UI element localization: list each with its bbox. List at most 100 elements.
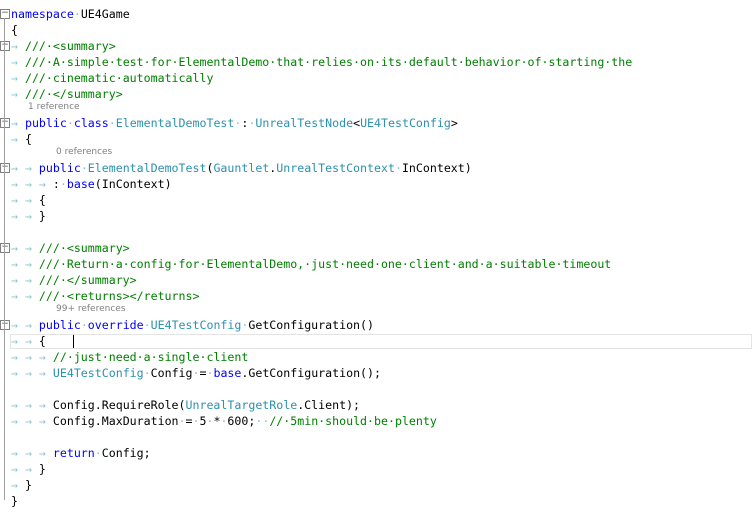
code-line[interactable]: } xyxy=(0,493,752,509)
code-line[interactable] xyxy=(0,429,752,445)
whitespace-glyph: → → → xyxy=(11,366,53,380)
code-text: → } xyxy=(11,477,32,493)
collapse-region-icon[interactable]: − xyxy=(0,118,10,128)
reference-count-label[interactable]: 0 references xyxy=(56,147,112,158)
code-line[interactable] xyxy=(0,224,752,240)
code-line[interactable]: −→ → ///·<summary> xyxy=(0,240,752,256)
code-text: → ///·<summary> xyxy=(11,38,116,54)
code-token: } xyxy=(24,478,32,492)
code-token: UE4TestConfig xyxy=(360,116,451,130)
code-token: Config.RequireRole( xyxy=(52,398,186,412)
code-token: //·just·need·a·single·client xyxy=(52,350,249,364)
collapse-region-icon[interactable]: − xyxy=(0,163,10,173)
code-token: ///·<summary> xyxy=(24,39,116,53)
code-token: : xyxy=(52,177,60,191)
collapse-region-icon[interactable]: − xyxy=(0,9,10,19)
code-token: UnrealTestNode xyxy=(255,116,354,130)
collapse-region-icon[interactable]: − xyxy=(0,243,10,253)
code-line[interactable]: → → → Config.RequireRole(UnrealTargetRol… xyxy=(0,397,752,413)
code-line[interactable]: → → ///·Return·a·config·for·ElementalDem… xyxy=(0,256,752,272)
whitespace-glyph: → xyxy=(11,55,25,69)
code-text: → → → //·just·need·a·single·client xyxy=(11,349,248,365)
code-text: → → ///·<summary> xyxy=(11,240,130,256)
code-line[interactable]: → ///·cinematic·automatically xyxy=(0,70,752,86)
code-line[interactable]: → → → return·Config; xyxy=(0,445,752,461)
code-token: } xyxy=(11,494,18,508)
collapse-region-icon[interactable]: − xyxy=(0,320,10,330)
code-line[interactable]: → → { xyxy=(0,192,752,208)
whitespace-glyph: → → xyxy=(11,193,39,207)
code-text: → → → return·Config; xyxy=(11,445,151,461)
code-line[interactable]: → → } xyxy=(0,208,752,224)
code-line[interactable]: → → → UE4TestConfig·Config·=·base.GetCon… xyxy=(0,365,752,381)
whitespace-glyph: → → xyxy=(11,161,39,175)
whitespace-glyph: → → xyxy=(11,273,39,287)
codelens-reference-count[interactable]: 99+ references xyxy=(0,304,752,315)
code-text: → → } xyxy=(11,461,46,477)
code-line[interactable]: → → → Config.MaxDuration·=·5·*·600;··//·… xyxy=(0,413,752,429)
code-line[interactable]: − namespace·UE4Game xyxy=(0,6,752,22)
code-line[interactable]: −→ ///·<summary> xyxy=(0,38,752,54)
collapse-region-icon[interactable]: − xyxy=(0,41,10,51)
code-token: Gauntlet xyxy=(213,161,270,175)
code-token: { xyxy=(24,132,32,146)
code-text: namespace·UE4Game xyxy=(11,6,130,22)
code-token: UnrealTestContext xyxy=(276,161,395,175)
whitespace-glyph: · xyxy=(80,161,88,175)
whitespace-glyph: → xyxy=(11,71,25,85)
whitespace-glyph: → → → xyxy=(11,177,53,191)
code-line[interactable]: → → → //·just·need·a·single·client xyxy=(0,349,752,365)
whitespace-glyph: → xyxy=(11,478,25,492)
code-line[interactable]: → { xyxy=(0,131,752,147)
codelens-reference-count[interactable]: 1 reference xyxy=(0,102,752,113)
whitespace-glyph: · xyxy=(248,116,256,130)
whitespace-glyph: ·· xyxy=(255,414,270,428)
whitespace-glyph: → → xyxy=(11,289,39,303)
whitespace-glyph: · xyxy=(59,177,67,191)
code-token: { xyxy=(38,193,46,207)
whitespace-glyph: · xyxy=(66,116,74,130)
code-token: .GetConfiguration(); xyxy=(241,366,381,380)
code-text: → → ///·Return·a·config·for·ElementalDem… xyxy=(11,256,611,272)
whitespace-glyph: · xyxy=(94,446,102,460)
code-token: public xyxy=(38,318,81,332)
code-line[interactable]: → → → :·base(InContext) xyxy=(0,176,752,192)
whitespace-glyph: · xyxy=(108,116,116,130)
code-token: 600; xyxy=(227,414,256,428)
code-line[interactable]: → ///·A·simple·test·for·ElementalDemo·th… xyxy=(0,54,752,70)
code-line[interactable] xyxy=(0,381,752,397)
code-text: → → → :·base(InContext) xyxy=(11,176,172,192)
code-token: return xyxy=(52,446,95,460)
codelens-reference-count[interactable]: 0 references xyxy=(0,147,752,158)
code-line[interactable]: −→ → public·override·UE4TestConfig·GetCo… xyxy=(0,317,752,333)
code-token: ElementalDemoTest xyxy=(115,116,235,130)
reference-count-label[interactable]: 99+ references xyxy=(56,304,126,315)
code-text: → → { xyxy=(11,192,46,208)
code-line[interactable]: → } xyxy=(0,477,752,493)
code-token: } xyxy=(38,462,46,476)
whitespace-glyph: → → xyxy=(11,257,39,271)
whitespace-glyph: · xyxy=(234,116,242,130)
whitespace-glyph: → → xyxy=(11,209,39,223)
code-token: base xyxy=(213,366,242,380)
code-text: → → → Config.RequireRole(UnrealTargetRol… xyxy=(11,397,360,413)
code-token: ///·A·simple·test·for·ElementalDemo·that… xyxy=(24,55,633,69)
reference-count-label[interactable]: 1 reference xyxy=(28,102,80,113)
whitespace-glyph: · xyxy=(206,414,214,428)
code-token: UE4TestConfig xyxy=(52,366,144,380)
code-token: { xyxy=(11,23,18,37)
code-text: → → → Config.MaxDuration·=·5·*·600;··//·… xyxy=(11,413,437,429)
code-line[interactable]: → → ///·</summary> xyxy=(0,272,752,288)
code-line[interactable]: → → ///·<returns></returns> xyxy=(0,288,752,304)
whitespace-glyph: → xyxy=(11,39,25,53)
code-line[interactable]: −→ → public·ElementalDemoTest(Gauntlet.U… xyxy=(0,160,752,176)
code-text: → { xyxy=(11,131,32,147)
code-line[interactable]: −→ public·class·ElementalDemoTest·:·Unre… xyxy=(0,115,752,131)
code-line[interactable]: → ///·</summary> xyxy=(0,86,752,102)
whitespace-glyph: · xyxy=(73,7,81,21)
whitespace-glyph: → xyxy=(11,116,25,130)
code-line[interactable]: { xyxy=(0,22,752,38)
code-token: UnrealTargetRole xyxy=(185,398,298,412)
code-line[interactable]: → → } xyxy=(0,461,752,477)
code-token: (InContext) xyxy=(94,177,172,191)
